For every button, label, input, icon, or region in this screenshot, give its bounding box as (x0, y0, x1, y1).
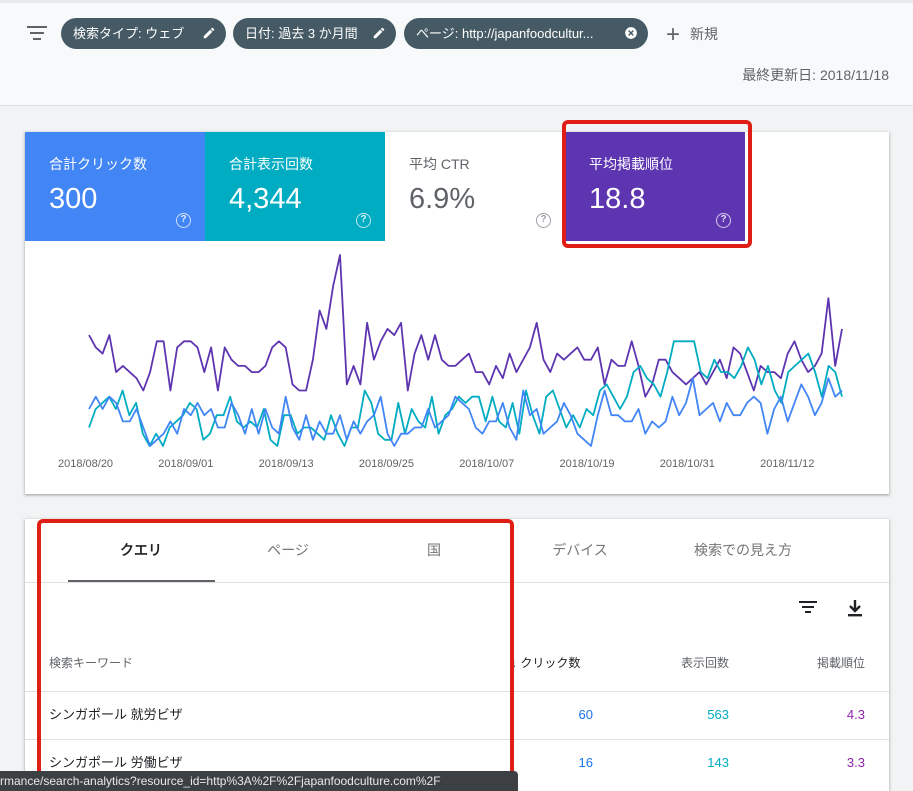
help-icon[interactable]: ? (356, 213, 371, 228)
column-header-position[interactable]: 掲載順位 (817, 654, 865, 671)
filter-bar: 検索タイプ: ウェブ 日付: 過去 3 か月間 ページ: http://japa… (0, 0, 913, 106)
top-divider (0, 0, 913, 3)
clicks-cell: 60 (578, 707, 593, 722)
metric-impressions-label: 合計表示回数 (229, 156, 313, 172)
filter-icon[interactable] (27, 26, 47, 42)
plus-icon: + (666, 21, 681, 49)
metric-total-impressions[interactable]: 合計表示回数 4,344 ? (205, 132, 385, 241)
table-filter-icon[interactable] (799, 601, 817, 615)
highlight-box (562, 120, 752, 248)
metric-total-clicks[interactable]: 合計クリック数 300 ? (25, 132, 205, 241)
pencil-icon[interactable] (372, 26, 386, 40)
chip-page-label: ページ: http://japanfoodcultur... (416, 26, 594, 41)
chip-search-type[interactable]: 検索タイプ: ウェブ (61, 18, 226, 49)
tab-devices[interactable]: デバイス (507, 519, 653, 582)
metric-average-ctr[interactable]: 平均 CTR 6.9% ? (385, 132, 565, 241)
last-updated: 最終更新日: 2018/11/18 (742, 67, 889, 83)
close-circle-icon[interactable] (624, 26, 638, 40)
pencil-icon[interactable] (202, 26, 216, 40)
chart-svg: 2018/08/20 2018/09/01 2018/09/13 2018/09/25… (58, 254, 843, 470)
column-header-impressions[interactable]: 表示回数 (681, 654, 729, 671)
highlight-box (37, 519, 514, 787)
tab-search-appearance[interactable]: 検索での見え方 (653, 519, 833, 582)
x-tick-label: 2018/09/25 (359, 458, 414, 470)
help-icon[interactable]: ? (176, 213, 191, 228)
position-cell: 3.3 (846, 755, 865, 770)
chip-page[interactable]: ページ: http://japanfoodcultur... (404, 18, 648, 49)
new-filter-label: 新規 (690, 26, 719, 42)
chip-date[interactable]: 日付: 過去 3 か月間 (233, 18, 396, 49)
position-cell: 4.3 (846, 707, 865, 722)
chip-date-label: 日付: 過去 3 か月間 (245, 26, 358, 41)
clicks-cell: 16 (578, 755, 593, 770)
metric-ctr-label: 平均 CTR (409, 156, 470, 172)
x-tick-label: 2018/08/20 (58, 458, 113, 470)
link-status-bar: rmance/search-analytics?resource_id=http… (0, 771, 518, 791)
x-tick-label: 2018/10/19 (560, 458, 615, 470)
impressions-cell: 143 (707, 755, 729, 770)
column-header-clicks[interactable]: ↓ クリック数 (511, 654, 580, 671)
x-tick-label: 2018/11/12 (760, 458, 814, 470)
download-icon[interactable] (847, 599, 863, 617)
impressions-cell: 563 (707, 707, 729, 722)
column-header-clicks-label: クリック数 (520, 656, 581, 670)
x-tick-label: 2018/09/01 (158, 458, 213, 470)
help-icon[interactable]: ? (536, 213, 551, 228)
new-filter-button[interactable]: + 新規 (666, 21, 719, 49)
x-tick-label: 2018/09/13 (259, 458, 314, 470)
series-line-0 (88, 254, 843, 398)
performance-chart: 2018/08/20 2018/09/01 2018/09/13 2018/09/25… (25, 241, 889, 494)
metric-clicks-label: 合計クリック数 (49, 156, 147, 172)
x-tick-label: 2018/10/07 (459, 458, 514, 470)
chip-search-type-label: 検索タイプ: ウェブ (73, 26, 185, 41)
x-tick-label: 2018/10/31 (660, 458, 715, 470)
performance-card: 合計クリック数 300 ? 合計表示回数 4,344 ? 平均 CTR 6.9%… (25, 132, 889, 494)
